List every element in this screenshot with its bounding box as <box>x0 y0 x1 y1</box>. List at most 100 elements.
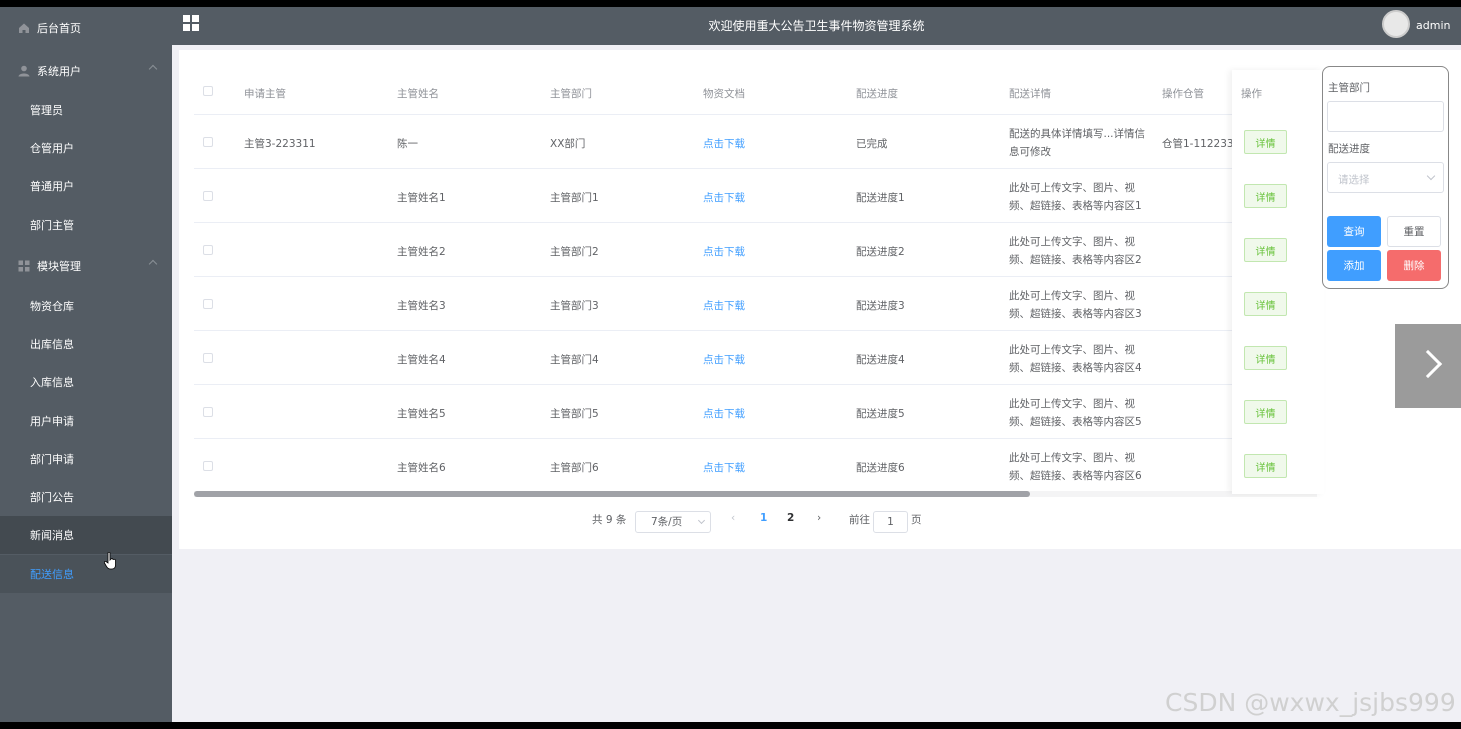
table-header: 申请主管 主管姓名 主管部门 物资文档 配送进度 配送详情 操作仓管 <box>194 70 1317 115</box>
sidebar-item-label: 仓管用户 <box>30 142 74 155</box>
add-button[interactable]: 添加 <box>1327 250 1381 281</box>
table-row: 主管姓名5 主管部门5 点击下载 配送进度5 此处可上传文字、图片、视 频、超链接、表格等… <box>194 385 1317 439</box>
download-link[interactable]: 点击下载 <box>703 298 745 313</box>
horizontal-scrollbar[interactable] <box>194 491 1030 497</box>
home-icon <box>18 22 30 34</box>
cell-department: 主管部门5 <box>550 408 599 420</box>
row-checkbox[interactable] <box>203 137 213 147</box>
next-page-icon[interactable]: › <box>817 512 821 532</box>
row-checkbox[interactable] <box>203 353 213 363</box>
avatar[interactable] <box>1382 10 1410 38</box>
page-size-select[interactable]: 7条/页 <box>635 511 711 533</box>
cell-detail-line1: 配送的具体详情填写...详情信 <box>1009 128 1146 140</box>
download-link[interactable]: 点击下载 <box>703 352 745 367</box>
select-all-checkbox[interactable] <box>203 86 213 96</box>
cell-detail-line1: 此处可上传文字、图片、视 <box>1009 236 1135 248</box>
download-link[interactable]: 点击下载 <box>703 406 745 421</box>
cell-detail-line1: 此处可上传文字、图片、视 <box>1009 182 1135 194</box>
table-card: 申请主管 主管姓名 主管部门 物资文档 配送进度 配送详情 操作仓管 主管3-2… <box>179 50 1461 549</box>
sidebar-item-inbound[interactable]: 入库信息 <box>0 363 172 401</box>
sidebar-item-normal-user[interactable]: 普通用户 <box>0 167 172 205</box>
cell-department: XX部门 <box>550 138 586 150</box>
goto-page-input[interactable]: 1 <box>873 511 908 533</box>
hand-cursor-icon <box>104 552 116 570</box>
sidebar-item-dept-manager[interactable]: 部门主管 <box>0 206 172 244</box>
cell-detail-line1: 此处可上传文字、图片、视 <box>1009 290 1135 302</box>
row-checkbox[interactable] <box>203 461 213 471</box>
sidebar-item-label: 管理员 <box>30 104 63 117</box>
progress-label: 配送进度 <box>1328 143 1370 155</box>
cell-department: 主管部门4 <box>550 354 599 366</box>
sidebar-item-admin[interactable]: 管理员 <box>0 91 172 129</box>
sidebar-item-label: 配送信息 <box>30 568 74 581</box>
sidebar-item-delivery[interactable]: 配送信息 <box>0 555 172 593</box>
page-number-1[interactable]: 1 <box>760 512 767 532</box>
cell-detail-line2: 频、超链接、表格等内容区4 <box>1009 362 1142 374</box>
top-header: 欢迎使用重大公告卫生事件物资管理系统 admin <box>172 7 1461 45</box>
cell-manager-name: 陈一 <box>397 138 418 150</box>
sidebar-item-user-application[interactable]: 用户申请 <box>0 402 172 440</box>
cell-department: 主管部门3 <box>550 300 599 312</box>
chevron-right-icon[interactable] <box>1395 324 1461 408</box>
table-row: 主管姓名4 主管部门4 点击下载 配送进度4 此处可上传文字、图片、视 频、超链接、表格等… <box>194 331 1317 385</box>
dept-input[interactable] <box>1327 101 1444 132</box>
grid-icon <box>18 260 30 272</box>
download-link[interactable]: 点击下载 <box>703 190 745 205</box>
row-checkbox[interactable] <box>203 407 213 417</box>
page-number-2[interactable]: 2 <box>787 512 794 532</box>
sidebar-item-label: 物资仓库 <box>30 300 74 313</box>
column-header: 主管部门 <box>550 88 592 100</box>
download-link[interactable]: 点击下载 <box>703 244 745 259</box>
pagination-total: 共 9 条 <box>592 514 627 526</box>
download-link[interactable]: 点击下载 <box>703 136 745 151</box>
sidebar-group-users[interactable]: 系统用户 <box>0 52 172 90</box>
row-checkbox[interactable] <box>203 245 213 255</box>
chevron-down-icon <box>697 516 706 525</box>
cell-detail-line2: 频、超链接、表格等内容区1 <box>1009 200 1142 212</box>
sidebar-item-news[interactable]: 新闻消息 <box>0 516 172 554</box>
progress-select[interactable]: 请选择 <box>1327 162 1444 193</box>
prev-page-icon[interactable]: ‹ <box>731 512 735 532</box>
cell-manager-name: 主管姓名1 <box>397 192 446 204</box>
cell-applicant: 主管3-223311 <box>244 138 316 150</box>
download-link[interactable]: 点击下载 <box>703 460 745 475</box>
sidebar-item-label: 普通用户 <box>30 180 74 193</box>
sidebar-item-home[interactable]: 后台首页 <box>0 9 172 47</box>
cell-detail-line2: 频、超链接、表格等内容区2 <box>1009 254 1142 266</box>
sidebar-item-supply-warehouse[interactable]: 物资仓库 <box>0 287 172 325</box>
cell-detail-line1: 此处可上传文字、图片、视 <box>1009 398 1135 410</box>
chevron-up-icon <box>148 64 158 74</box>
query-button[interactable]: 查询 <box>1327 216 1381 247</box>
detail-button[interactable]: 详情 <box>1244 346 1287 370</box>
sidebar-item-label: 部门公告 <box>30 491 74 504</box>
username[interactable]: admin <box>1416 19 1450 32</box>
sidebar-item-dept-application[interactable]: 部门申请 <box>0 440 172 478</box>
cell-warehouse: 仓管1-112233 <box>1162 138 1234 150</box>
goto-label: 前往 <box>849 514 870 526</box>
cell-progress: 配送进度3 <box>856 300 905 312</box>
main-content: 申请主管 主管姓名 主管部门 物资文档 配送进度 配送详情 操作仓管 主管3-2… <box>172 45 1461 722</box>
detail-button[interactable]: 详情 <box>1244 184 1287 208</box>
sidebar-item-dept-notice[interactable]: 部门公告 <box>0 478 172 516</box>
cell-detail-line2: 频、超链接、表格等内容区3 <box>1009 308 1142 320</box>
detail-button[interactable]: 详情 <box>1244 238 1287 262</box>
detail-button[interactable]: 详情 <box>1244 400 1287 424</box>
window-top-edge <box>0 0 1461 7</box>
sidebar-group-modules[interactable]: 模块管理 <box>0 247 172 285</box>
sidebar-item-outbound[interactable]: 出库信息 <box>0 325 172 363</box>
cell-manager-name: 主管姓名6 <box>397 462 446 474</box>
cell-detail-line2: 频、超链接、表格等内容区5 <box>1009 416 1142 428</box>
cell-progress: 配送进度2 <box>856 246 905 258</box>
sidebar-item-warehouse-user[interactable]: 仓管用户 <box>0 129 172 167</box>
detail-button[interactable]: 详情 <box>1244 130 1287 154</box>
row-checkbox[interactable] <box>203 191 213 201</box>
window-bottom-edge <box>0 722 1461 729</box>
detail-button[interactable]: 详情 <box>1244 454 1287 478</box>
detail-button[interactable]: 详情 <box>1244 292 1287 316</box>
reset-button[interactable]: 重置 <box>1387 216 1441 247</box>
sidebar-item-label: 后台首页 <box>37 22 81 35</box>
row-checkbox[interactable] <box>203 299 213 309</box>
delete-button[interactable]: 删除 <box>1387 250 1441 281</box>
column-header: 配送详情 <box>1009 88 1051 100</box>
column-header: 操作仓管 <box>1162 88 1204 100</box>
